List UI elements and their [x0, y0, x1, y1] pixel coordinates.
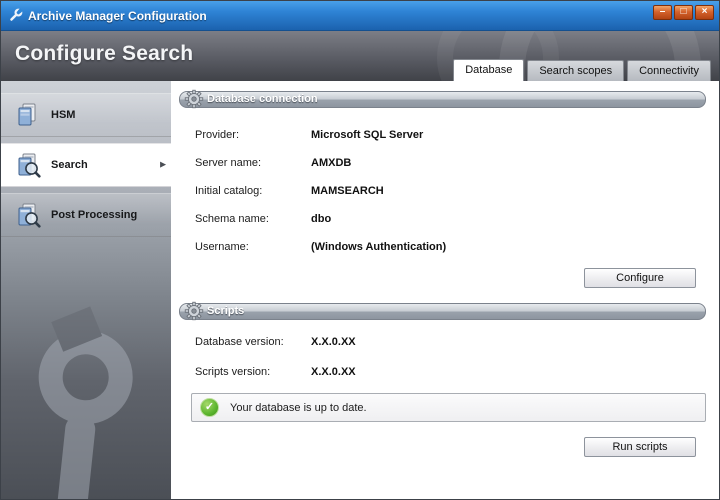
field-row: Username: (Windows Authentication)	[195, 233, 446, 261]
tab-database[interactable]: Database	[453, 59, 524, 81]
field-row: Provider: Microsoft SQL Server	[195, 121, 446, 149]
field-label: Username:	[195, 241, 311, 253]
field-value: dbo	[311, 213, 331, 225]
scripts-section-header: Scripts	[179, 303, 706, 320]
field-label: Provider:	[195, 129, 311, 141]
tab-strip: Database Search scopes Connectivity	[450, 59, 711, 81]
scripts-fields: Database version: X.X.0.XX Scripts versi…	[195, 327, 356, 387]
sidebar: HSM Search ►	[1, 81, 171, 499]
database-connection-fields: Provider: Microsoft SQL Server Server na…	[195, 121, 446, 261]
window-controls: – □ ×	[653, 5, 714, 20]
status-message: Your database is up to date.	[230, 402, 367, 414]
field-value: AMXDB	[311, 157, 351, 169]
field-value: X.X.0.XX	[311, 366, 356, 378]
field-value: MAMSEARCH	[311, 185, 384, 197]
field-label: Server name:	[195, 157, 311, 169]
section-title: Database connection	[207, 93, 318, 105]
success-check-icon: ✓	[200, 398, 219, 417]
field-row: Schema name: dbo	[195, 205, 446, 233]
wrench-watermark	[7, 324, 171, 499]
wrench-icon	[8, 8, 23, 23]
field-label: Schema name:	[195, 213, 311, 225]
sidebar-item-label: Search	[51, 159, 88, 171]
sidebar-item-hsm[interactable]: HSM	[1, 93, 171, 137]
search-icon	[15, 152, 41, 178]
page-title: Configure Search	[15, 42, 193, 66]
status-box: ✓ Your database is up to date.	[191, 393, 706, 422]
field-row: Initial catalog: MAMSEARCH	[195, 177, 446, 205]
section-title: Scripts	[207, 305, 244, 317]
sidebar-item-post-processing[interactable]: Post Processing	[1, 193, 171, 237]
field-label: Scripts version:	[195, 366, 311, 378]
field-row: Server name: AMXDB	[195, 149, 446, 177]
tab-connectivity[interactable]: Connectivity	[627, 60, 711, 81]
field-row: Scripts version: X.X.0.XX	[195, 357, 356, 387]
main-content: Database connection Provider: Microsoft …	[171, 81, 719, 499]
gear-icon	[184, 301, 204, 321]
tab-search-scopes[interactable]: Search scopes	[527, 60, 624, 81]
run-scripts-button[interactable]: Run scripts	[584, 437, 696, 457]
archive-manager-window: Archive Manager Configuration – □ × Conf…	[0, 0, 720, 500]
field-value: (Windows Authentication)	[311, 241, 446, 253]
field-value: Microsoft SQL Server	[311, 129, 423, 141]
field-value: X.X.0.XX	[311, 336, 356, 348]
maximize-button[interactable]: □	[674, 5, 693, 20]
post-processing-icon	[15, 202, 41, 228]
field-row: Database version: X.X.0.XX	[195, 327, 356, 357]
gear-icon	[184, 89, 204, 109]
sidebar-item-label: HSM	[51, 109, 75, 121]
minimize-button[interactable]: –	[653, 5, 672, 20]
window-title: Archive Manager Configuration	[28, 9, 207, 23]
titlebar: Archive Manager Configuration – □ ×	[1, 1, 719, 31]
field-label: Database version:	[195, 336, 311, 348]
header: Configure Search Database Search scopes …	[1, 31, 719, 81]
hsm-icon	[15, 102, 41, 128]
database-connection-section-header: Database connection	[179, 91, 706, 108]
selected-arrow-icon: ►	[158, 160, 168, 171]
configure-button[interactable]: Configure	[584, 268, 696, 288]
sidebar-item-label: Post Processing	[51, 209, 137, 221]
close-button[interactable]: ×	[695, 5, 714, 20]
sidebar-item-search[interactable]: Search ►	[1, 143, 171, 187]
field-label: Initial catalog:	[195, 185, 311, 197]
